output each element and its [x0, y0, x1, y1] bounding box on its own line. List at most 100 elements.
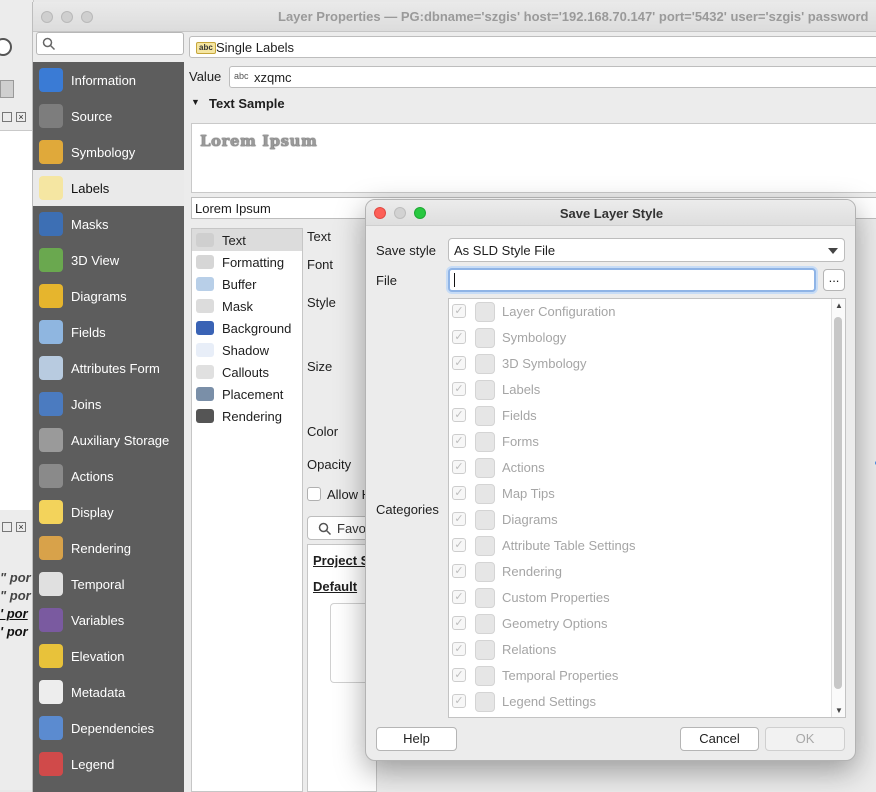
label-mode-value: Single Labels	[216, 40, 295, 55]
category-checkbox[interactable]: ✓	[452, 304, 466, 318]
scroll-down-icon[interactable]: ▼	[835, 706, 843, 715]
category-row[interactable]: ✓ Attribute Table Settings	[449, 533, 829, 559]
label-mode-combo[interactable]: abc Single Labels	[189, 36, 876, 58]
minimize-window-icon[interactable]	[61, 11, 73, 23]
float-panel-icon[interactable]	[2, 112, 12, 122]
category-checkbox[interactable]: ✓	[452, 512, 466, 526]
category-row[interactable]: ✓ Labels	[449, 377, 829, 403]
subsection-mask[interactable]: Mask	[192, 295, 302, 317]
category-checkbox[interactable]: ✓	[452, 538, 466, 552]
subsection-callouts[interactable]: Callouts	[192, 361, 302, 383]
categories-scrollbar[interactable]: ▲ ▼	[831, 299, 845, 717]
maximize-window-icon[interactable]	[81, 11, 93, 23]
close-panel-icon[interactable]: ×	[16, 112, 26, 122]
sidebar-item-3d-view[interactable]: 3D View	[33, 242, 184, 278]
buffer-icon	[196, 277, 214, 291]
value-field-combo[interactable]: abc xzqmc	[229, 66, 876, 88]
category-checkbox[interactable]: ✓	[452, 590, 466, 604]
sidebar-item-label: Variables	[71, 613, 125, 628]
subsection-rendering[interactable]: Rendering	[192, 405, 302, 427]
sidebar-item-diagrams[interactable]: Diagrams	[33, 278, 184, 314]
sidebar-item-source[interactable]: Source	[33, 98, 184, 134]
category-checkbox[interactable]: ✓	[452, 330, 466, 344]
scrollbar-thumb[interactable]	[834, 317, 842, 689]
ok-button[interactable]: OK	[765, 727, 845, 751]
category-checkbox[interactable]: ✓	[452, 382, 466, 396]
collapse-arrow-icon[interactable]: ▼	[191, 97, 200, 107]
sidebar-item-attributes-form[interactable]: Attributes Form	[33, 350, 184, 386]
zoom-out-icon[interactable]	[0, 38, 12, 56]
browse-file-button[interactable]: ...	[823, 269, 845, 291]
category-checkbox[interactable]: ✓	[452, 434, 466, 448]
category-checkbox[interactable]: ✓	[452, 616, 466, 630]
custom-properties-icon	[475, 588, 495, 608]
sidebar-item-temporal[interactable]: Temporal	[33, 566, 184, 602]
category-row[interactable]: ✓ 3D Symbology	[449, 351, 829, 377]
sidebar-item-rendering[interactable]: Rendering	[33, 530, 184, 566]
sidebar-item-dependencies[interactable]: Dependencies	[33, 710, 184, 746]
scroll-up-icon[interactable]: ▲	[835, 301, 843, 310]
sidebar-item-metadata[interactable]: Metadata	[33, 674, 184, 710]
category-checkbox[interactable]: ✓	[452, 356, 466, 370]
category-row[interactable]: ✓ Legend Settings	[449, 689, 829, 715]
subsection-shadow[interactable]: Shadow	[192, 339, 302, 361]
subsection-formatting[interactable]: Formatting	[192, 251, 302, 273]
category-row[interactable]: ✓ Relations	[449, 637, 829, 663]
category-row[interactable]: ✓ Map Tips	[449, 481, 829, 507]
category-row[interactable]: ✓ Symbology	[449, 325, 829, 351]
help-button[interactable]: Help	[376, 727, 457, 751]
category-row[interactable]: ✓ Forms	[449, 429, 829, 455]
category-row[interactable]: ✓ Rendering	[449, 559, 829, 585]
category-checkbox[interactable]: ✓	[452, 460, 466, 474]
allow-checkbox[interactable]	[307, 487, 321, 501]
category-row[interactable]: ✓ Diagrams	[449, 507, 829, 533]
category-row[interactable]: ✓ Custom Properties	[449, 585, 829, 611]
file-path-input[interactable]	[448, 268, 816, 292]
sidebar-item-joins[interactable]: Joins	[33, 386, 184, 422]
text-cursor	[454, 273, 455, 287]
sidebar-item-label: Labels	[71, 181, 110, 196]
sidebar-item-variables[interactable]: Variables	[33, 602, 184, 638]
category-row[interactable]: ✓ Fields	[449, 403, 829, 429]
category-row[interactable]: ✓ Layer Configuration	[449, 299, 829, 325]
category-checkbox[interactable]: ✓	[452, 694, 466, 708]
sidebar-item-labels[interactable]: Labels	[33, 170, 184, 206]
size-label: Size	[307, 359, 333, 374]
category-checkbox[interactable]: ✓	[452, 668, 466, 682]
rendering-icon	[39, 536, 63, 560]
float-panel-icon[interactable]	[2, 522, 12, 532]
color-label: Color	[307, 424, 339, 439]
subsection-background[interactable]: Background	[192, 317, 302, 339]
close-window-icon[interactable]	[41, 11, 53, 23]
sidebar-item-symbology[interactable]: Symbology	[33, 134, 184, 170]
sidebar-item-actions[interactable]: Actions	[33, 458, 184, 494]
category-checkbox[interactable]: ✓	[452, 564, 466, 578]
cancel-button[interactable]: Cancel	[680, 727, 759, 751]
close-panel-icon[interactable]: ×	[16, 522, 26, 532]
category-checkbox[interactable]: ✓	[452, 642, 466, 656]
sidebar-item-display[interactable]: Display	[33, 494, 184, 530]
sidebar-item-masks[interactable]: Masks	[33, 206, 184, 242]
sidebar-search-input[interactable]	[36, 32, 184, 55]
categories-label: Categories	[376, 502, 439, 517]
category-row[interactable]: ✓ Actions	[449, 455, 829, 481]
category-label: Legend Settings	[502, 694, 596, 709]
subsection-placement[interactable]: Placement	[192, 383, 302, 405]
sidebar-item-fields[interactable]: Fields	[33, 314, 184, 350]
font-label: Font	[307, 257, 334, 272]
sidebar-item-elevation[interactable]: Elevation	[33, 638, 184, 674]
category-row[interactable]: ✓Elevation Properties	[449, 715, 829, 717]
save-style-combo[interactable]: As SLD Style File	[448, 238, 845, 262]
subsection-text[interactable]: Text	[192, 229, 302, 251]
category-checkbox[interactable]: ✓	[452, 408, 466, 422]
category-row[interactable]: ✓ Temporal Properties	[449, 663, 829, 689]
subsection-buffer[interactable]: Buffer	[192, 273, 302, 295]
category-checkbox[interactable]: ✓	[452, 486, 466, 500]
toolbar-icon[interactable]	[0, 80, 14, 98]
layer-configuration-icon	[475, 302, 495, 322]
subsection-label: Background	[222, 321, 292, 336]
category-row[interactable]: ✓ Geometry Options	[449, 611, 829, 637]
sidebar-item-auxiliary-storage[interactable]: Auxiliary Storage	[33, 422, 184, 458]
sidebar-item-legend[interactable]: Legend	[33, 746, 184, 782]
sidebar-item-information[interactable]: Information	[33, 62, 184, 98]
